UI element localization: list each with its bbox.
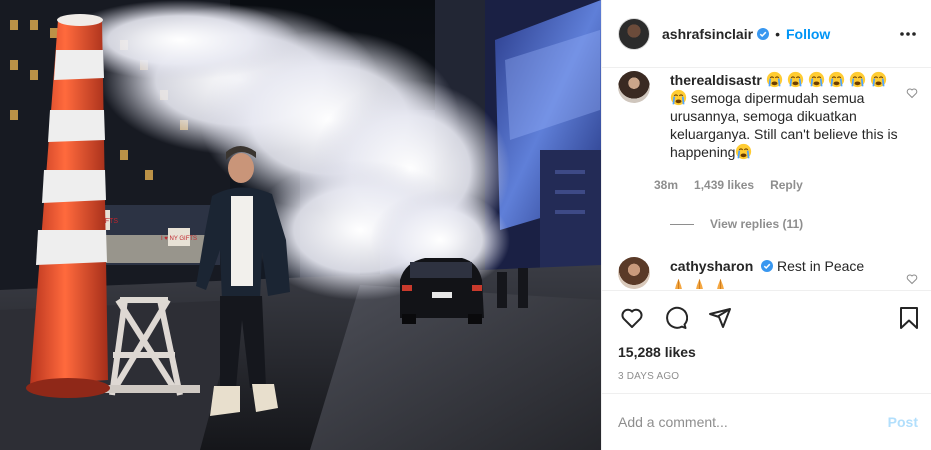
comment-username[interactable]: cathysharon — [670, 258, 753, 274]
comment-meta: 38m 1,439 likes Reply — [654, 178, 803, 192]
reply-button[interactable]: Reply — [770, 178, 803, 192]
comment-like-heart-icon[interactable] — [906, 273, 918, 285]
comment-likes[interactable]: 1,439 likes — [694, 178, 754, 192]
like-count[interactable]: 15,288 likes — [618, 344, 696, 360]
crying-face-icon — [871, 71, 887, 88]
post-side-panel: ashrafsinclair • Follow therealdisastr s… — [601, 0, 931, 450]
praying-hands-icon — [695, 278, 703, 289]
share-icon[interactable] — [708, 306, 732, 330]
crying-face-icon — [808, 71, 824, 88]
crying-face-icon — [829, 71, 845, 88]
crying-face-icon — [766, 71, 782, 88]
more-options-icon[interactable] — [898, 24, 918, 44]
post-timestamp[interactable]: 3 DAYS AGO — [618, 371, 679, 382]
author-username[interactable]: ashrafsinclair — [662, 26, 753, 42]
post-actions-bar — [602, 290, 931, 340]
comment-username[interactable]: therealdisastr — [670, 72, 762, 88]
verified-icon — [761, 260, 774, 272]
crying-face-icon — [670, 89, 687, 106]
heart-icon[interactable] — [620, 306, 644, 330]
comment-text: Rest in Peace — [777, 258, 865, 274]
post-photo[interactable]: I ♥ NY GIFTS I ♥ NY GIFTS — [0, 0, 601, 450]
praying-hands-icon — [675, 278, 682, 289]
praying-hands-icons — [670, 277, 898, 289]
comments-list[interactable]: therealdisastr semoga dipermudah semua u… — [602, 69, 931, 289]
street-scene-image: I ♥ NY GIFTS I ♥ NY GIFTS — [0, 0, 601, 450]
comment-like-heart-icon[interactable] — [906, 87, 918, 99]
follow-button[interactable]: Follow — [786, 26, 830, 42]
post-header: ashrafsinclair • Follow — [602, 0, 931, 68]
comment-composer: Post — [602, 393, 931, 450]
view-replies-label: View replies (11) — [710, 217, 804, 231]
crying-face-icon — [850, 71, 866, 88]
view-replies-line — [670, 223, 694, 225]
commenter-avatar[interactable] — [618, 71, 650, 103]
crying-face-icon — [787, 71, 803, 88]
comment-icon[interactable] — [664, 306, 688, 330]
verified-icon — [757, 27, 770, 40]
praying-hands-icon — [716, 278, 724, 289]
comment-text: semoga dipermudah semua urusannya, semog… — [670, 90, 898, 160]
commenter-avatar[interactable] — [618, 257, 650, 289]
bookmark-icon[interactable] — [897, 306, 921, 330]
header-separator: • — [775, 25, 780, 42]
comment-body: therealdisastr semoga dipermudah semua u… — [670, 71, 898, 161]
comment-time[interactable]: 38m — [654, 178, 678, 192]
comment-body: cathysharon Rest in Peace — [670, 257, 898, 289]
post-comment-button[interactable]: Post — [888, 414, 918, 430]
crying-face-icon — [736, 143, 752, 160]
add-comment-input[interactable] — [618, 412, 868, 432]
view-replies-button[interactable]: View replies (11) — [670, 217, 803, 231]
shop-sign-2: I ♥ NY GIFTS — [161, 236, 197, 242]
author-avatar[interactable] — [618, 17, 650, 50]
